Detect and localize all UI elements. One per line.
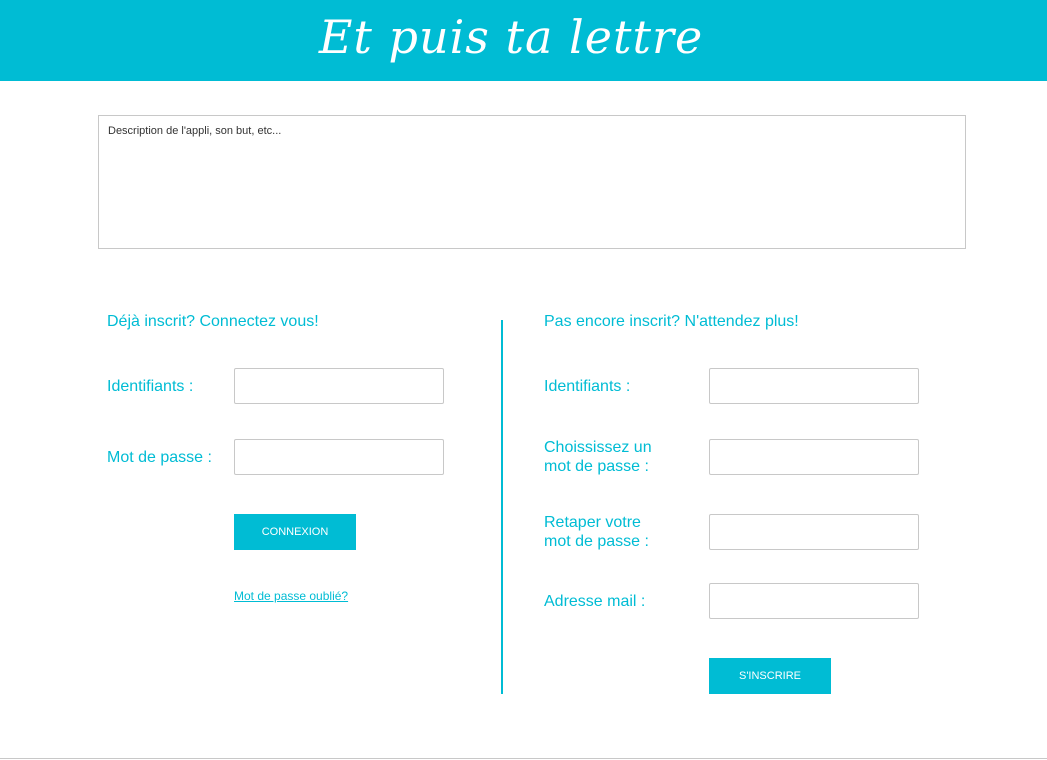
app-description-box: Description de l'appli, son but, etc... <box>98 115 966 249</box>
signup-password-label: Choississez un mot de passe : <box>544 438 652 476</box>
footer-divider <box>0 758 1047 759</box>
signup-confirm-label: Retaper votre mot de passe : <box>544 513 649 551</box>
section-divider <box>501 320 503 694</box>
signup-heading: Pas encore inscrit? N'attendez plus! <box>544 313 799 330</box>
signup-password-label-line2: mot de passe : <box>544 458 649 475</box>
login-password-input[interactable] <box>234 439 444 475</box>
signup-email-input[interactable] <box>709 583 919 619</box>
signup-confirm-label-line2: mot de passe : <box>544 533 649 550</box>
login-button[interactable]: Connexion <box>234 514 356 550</box>
signup-confirm-password-input[interactable] <box>709 514 919 550</box>
signup-password-input[interactable] <box>709 439 919 475</box>
app-description-text: Description de l'appli, son but, etc... <box>108 125 282 137</box>
signup-button[interactable]: S'inscrire <box>709 658 831 694</box>
signup-username-input[interactable] <box>709 368 919 404</box>
login-heading: Déjà inscrit? Connectez vous! <box>107 313 319 330</box>
login-username-input[interactable] <box>234 368 444 404</box>
login-password-label: Mot de passe : <box>107 449 212 466</box>
signup-username-label: Identifiants : <box>544 378 631 395</box>
app-title: Et puis ta lettre <box>318 10 704 64</box>
forgot-password-link[interactable]: Mot de passe oublié? <box>234 589 348 603</box>
signup-password-label-line1: Choississez un <box>544 439 652 456</box>
signup-confirm-label-line1: Retaper votre <box>544 514 641 531</box>
header-bar: Et puis ta lettre <box>0 0 1047 81</box>
signup-email-label: Adresse mail : <box>544 593 646 610</box>
login-username-label: Identifiants : <box>107 378 194 395</box>
